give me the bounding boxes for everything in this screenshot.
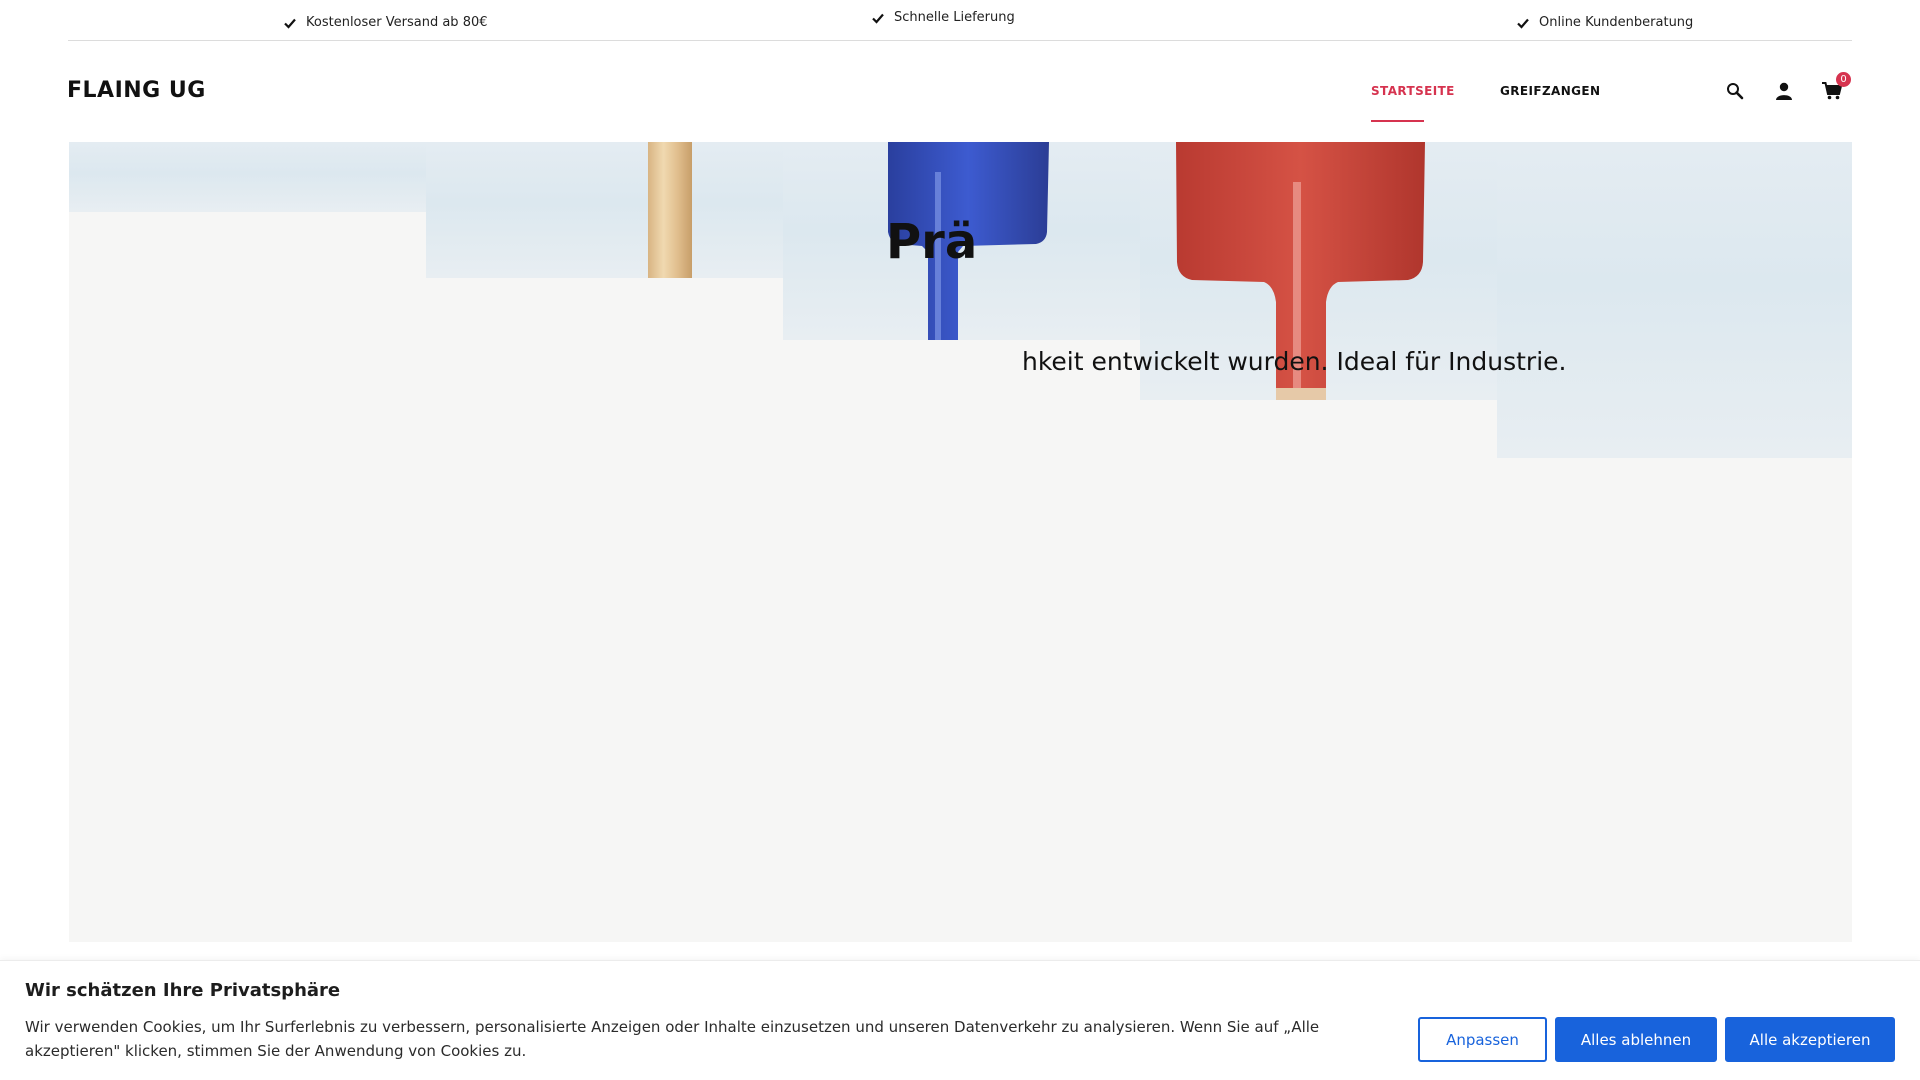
hero-subtitle: hkeit entwickelt wurden. Ideal für Indus… xyxy=(1022,347,1567,376)
account-icon[interactable] xyxy=(1773,80,1795,102)
nav-item-startseite[interactable]: STARTSEITE xyxy=(1371,84,1455,98)
usp-label: Kostenloser Versand ab 80€ xyxy=(306,15,488,30)
usp-item: Kostenloser Versand ab 80€ xyxy=(284,15,488,30)
nav-item-greifzangen[interactable]: GREIFZANGEN xyxy=(1500,84,1600,98)
site-logo[interactable]: FLAING UG xyxy=(67,78,206,103)
usp-bar: Kostenloser Versand ab 80€ Schnelle Lief… xyxy=(68,0,1852,41)
usp-label: Online Kundenberatung xyxy=(1539,15,1694,30)
cookie-banner-text: Wir verwenden Cookies, um Ihr Surferlebn… xyxy=(25,1018,1320,1060)
hero-banner: Prä hkeit entwickelt wurden. Ideal für I… xyxy=(69,142,1852,942)
wooden-handle-image xyxy=(648,142,692,278)
hero-image-tile xyxy=(426,142,783,278)
reject-all-cookies-button[interactable]: Alles ablehnen xyxy=(1555,1017,1717,1062)
check-icon xyxy=(284,18,296,29)
hero-image-tile xyxy=(69,142,426,212)
search-icon[interactable] xyxy=(1724,80,1746,102)
usp-item: Schnelle Lieferung xyxy=(872,10,1015,25)
cart-count-badge: 0 xyxy=(1836,72,1851,87)
check-icon xyxy=(1517,18,1529,29)
check-icon xyxy=(872,13,884,24)
usp-item: Online Kundenberatung xyxy=(1517,15,1693,30)
site-header: FLAING UG STARTSEITE GREIFZANGEN 0 xyxy=(0,42,1920,142)
hero-image-tile xyxy=(1497,142,1852,458)
hero-title: Prä xyxy=(886,214,978,270)
nav-active-underline xyxy=(1371,120,1424,122)
accept-all-cookies-button[interactable]: Alle akzeptieren xyxy=(1725,1017,1895,1062)
cookie-consent-banner: Wir schätzen Ihre Privatsphäre Wir verwe… xyxy=(0,960,1920,1080)
usp-label: Schnelle Lieferung xyxy=(894,10,1015,25)
cookie-banner-title: Wir schätzen Ihre Privatsphäre xyxy=(25,980,341,1001)
customize-cookies-button[interactable]: Anpassen xyxy=(1418,1017,1547,1062)
